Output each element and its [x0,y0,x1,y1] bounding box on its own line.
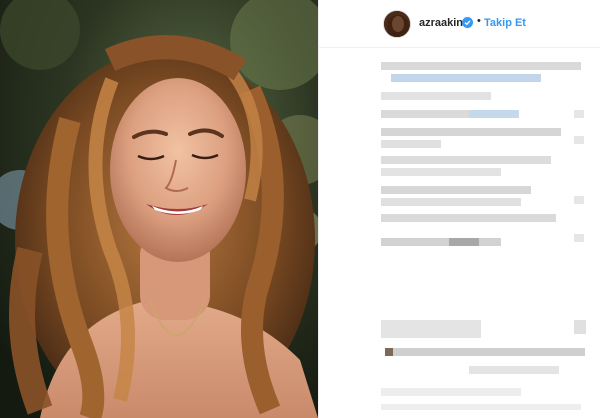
profile-avatar[interactable] [383,10,411,38]
verified-badge-icon [462,17,473,28]
post-side-panel: azraakin • Takip Et [318,0,600,418]
username-link[interactable]: azraakin [419,17,463,29]
post-photo[interactable] [0,0,318,418]
selfie-image [0,0,318,418]
separator-dot: • [477,15,481,27]
follow-button[interactable]: Takip Et [484,17,526,29]
post-header: azraakin • Takip Et [319,0,600,48]
